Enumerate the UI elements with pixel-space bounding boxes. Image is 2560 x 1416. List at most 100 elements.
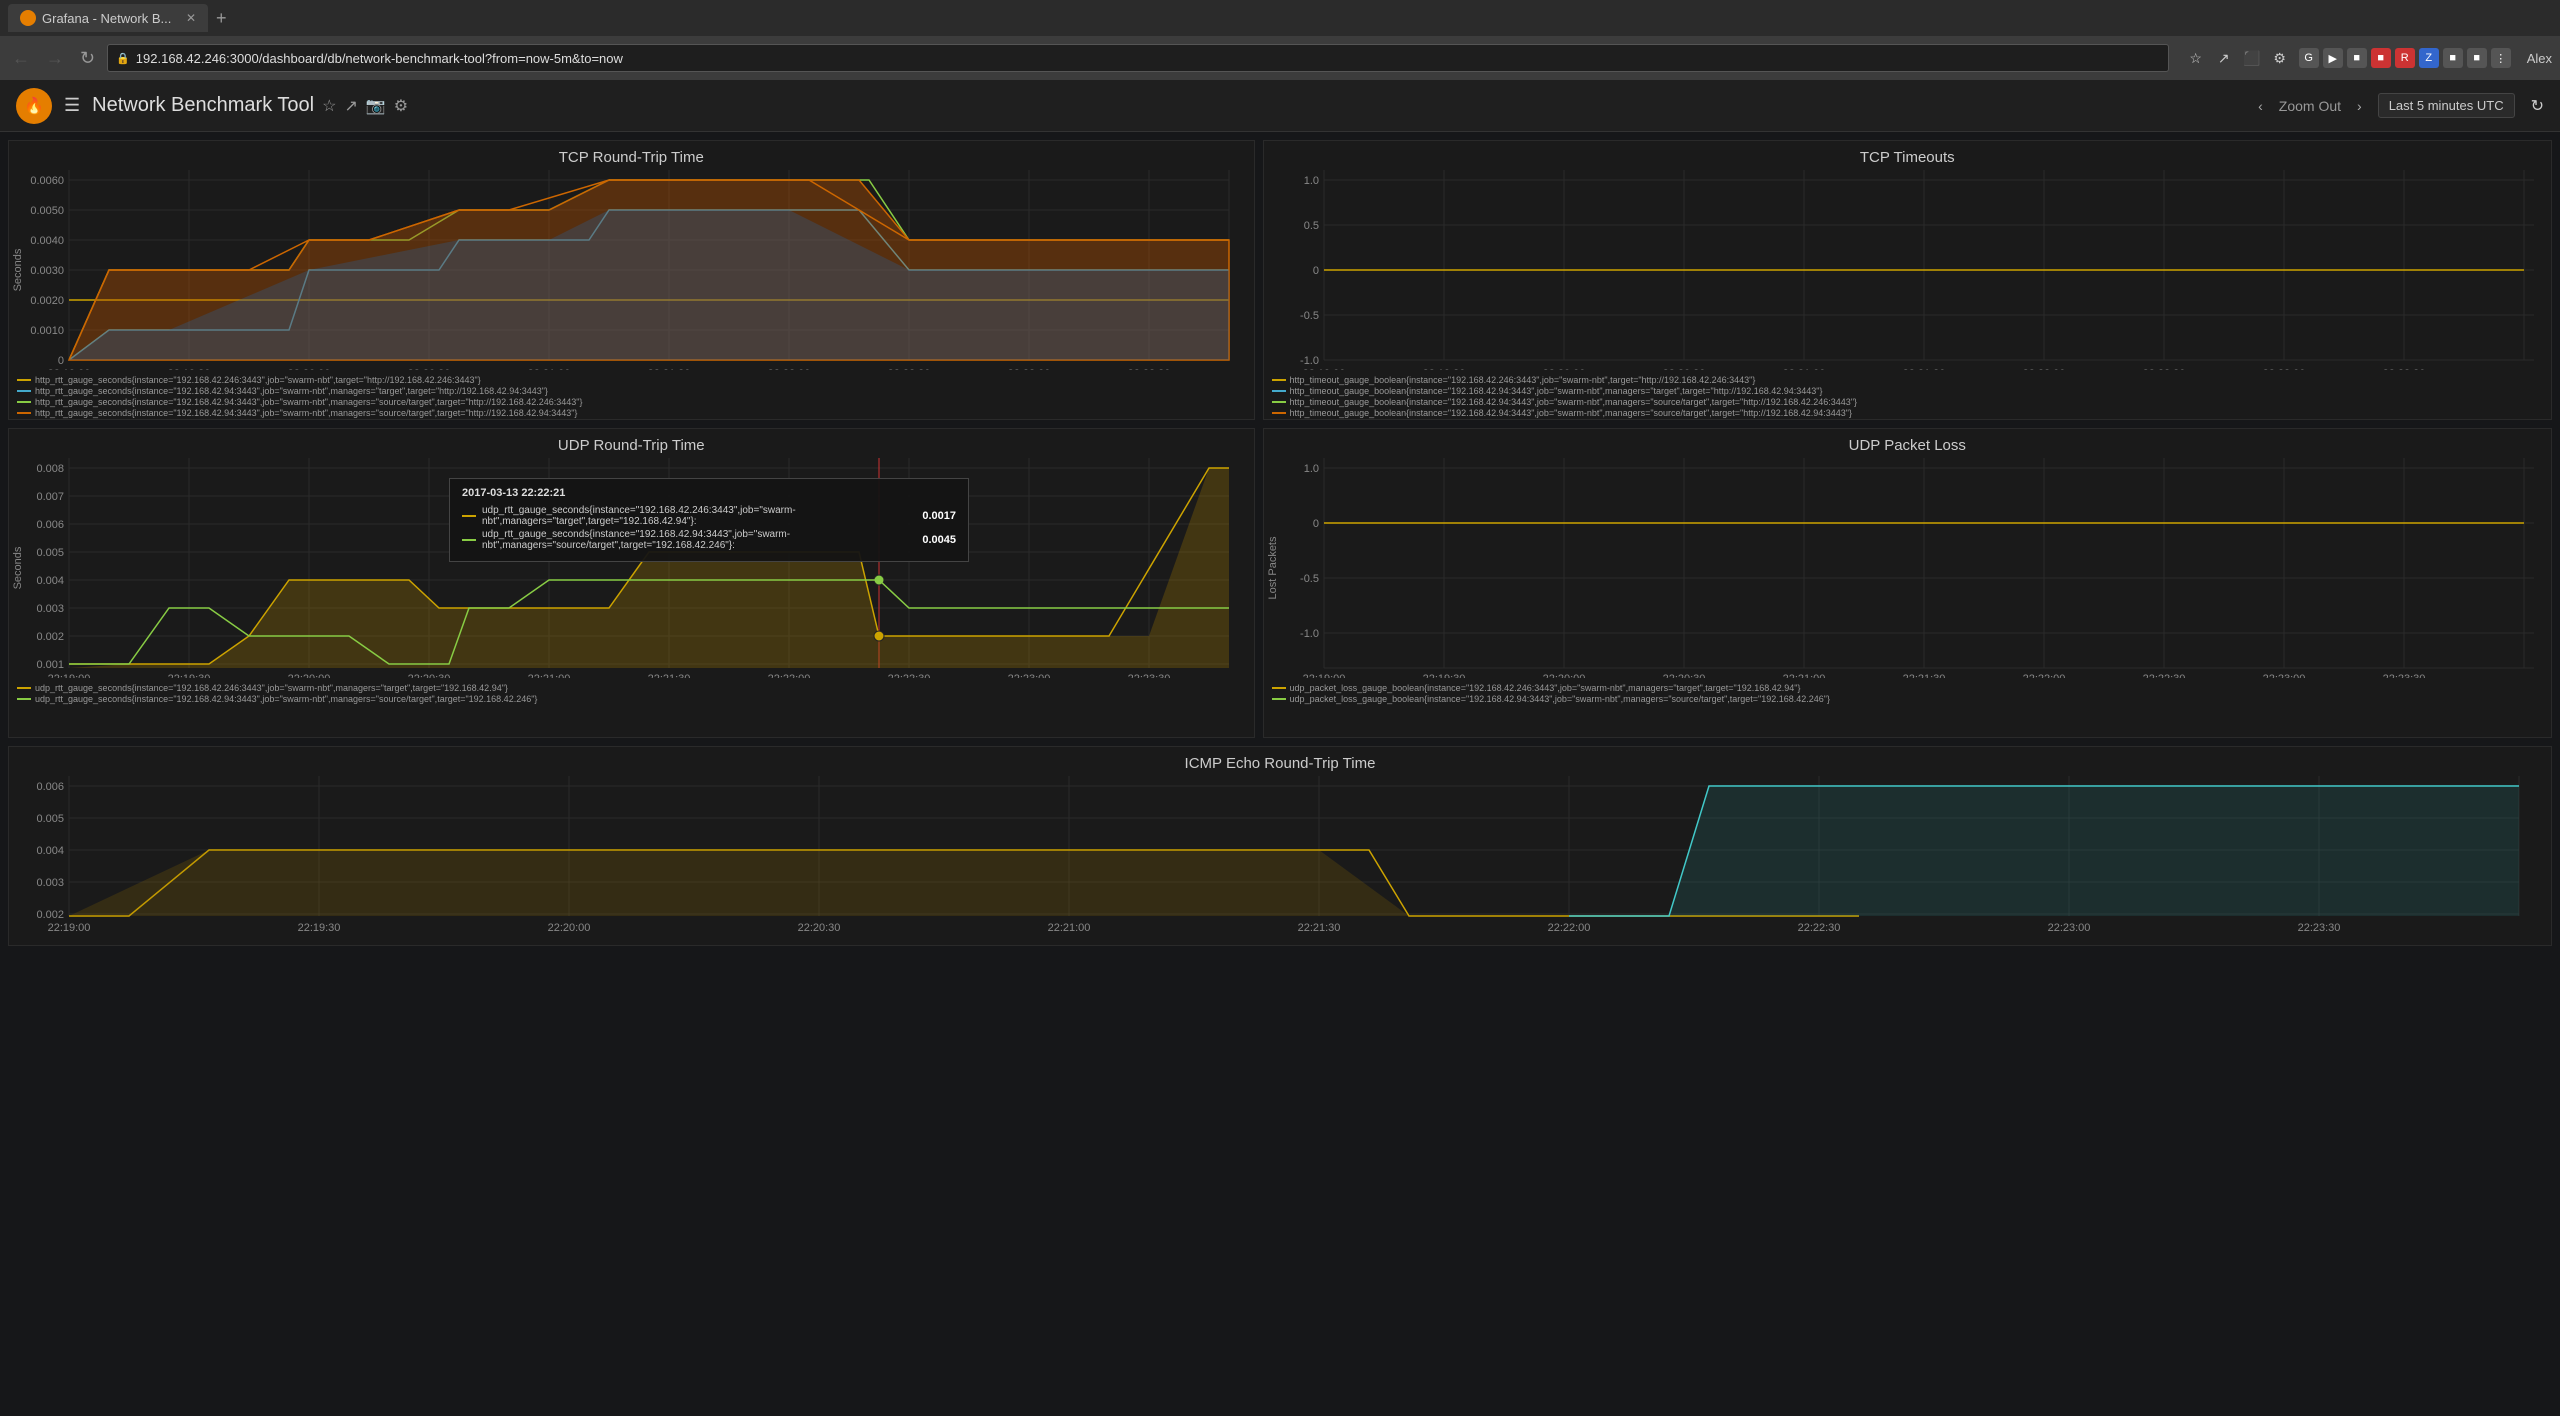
- svg-text:0.002: 0.002: [36, 909, 64, 921]
- udp-rtt-legend-color-1: [17, 687, 31, 689]
- browser-chrome: Grafana - Network B... ✕ + ← → ↻ 🔒 192.1…: [0, 0, 2560, 80]
- ext-icon-7[interactable]: ■: [2443, 48, 2463, 68]
- svg-text:0.004: 0.004: [36, 575, 64, 587]
- settings-icon[interactable]: ⚙: [2269, 47, 2291, 69]
- tab-close-button[interactable]: ✕: [186, 11, 196, 25]
- svg-text:22:20:00: 22:20:00: [548, 922, 591, 934]
- tcp-timeouts-panel: TCP Timeouts: [1263, 140, 2552, 420]
- ext-icon-8[interactable]: ■: [2467, 48, 2487, 68]
- svg-text:22:21:00: 22:21:00: [528, 368, 571, 370]
- icmp-rtt-panel: ICMP Echo Round-Trip Time: [8, 746, 2552, 946]
- svg-text:Seconds: Seconds: [12, 248, 24, 291]
- reload-button[interactable]: ↻: [76, 44, 99, 73]
- dashboard-settings-button[interactable]: ⚙: [394, 96, 408, 116]
- svg-text:22:23:00: 22:23:00: [2262, 368, 2305, 370]
- svg-text:22:19:00: 22:19:00: [1302, 673, 1345, 678]
- svg-text:22:23:30: 22:23:30: [2382, 673, 2425, 678]
- udp-loss-legend-item-2: udp_packet_loss_gauge_boolean{instance="…: [1272, 694, 2543, 704]
- udp-rtt-panel: UDP Round-Trip Time: [8, 428, 1255, 738]
- tcp-rtt-chart: 0.0060 0.0050 0.0040 0.0030 0.0020 0.001…: [9, 170, 1254, 370]
- udp-rtt-legend-label-2: udp_rtt_gauge_seconds{instance="192.168.…: [35, 694, 537, 704]
- udp-rtt-title: UDP Round-Trip Time: [9, 429, 1254, 458]
- svg-text:22:20:30: 22:20:30: [1662, 673, 1705, 678]
- refresh-button[interactable]: ↻: [2531, 96, 2544, 116]
- svg-text:22:19:00: 22:19:00: [48, 922, 91, 934]
- zoom-out-right-button[interactable]: ›: [2357, 98, 2362, 114]
- zoom-out-label: Zoom Out: [2279, 98, 2341, 114]
- udp-packet-loss-title: UDP Packet Loss: [1264, 429, 2551, 458]
- svg-text:0.5: 0.5: [1303, 220, 1318, 232]
- back-button[interactable]: ←: [8, 44, 34, 73]
- time-utc-label: UTC: [2477, 98, 2504, 113]
- share-icon[interactable]: ↗: [2213, 47, 2235, 69]
- svg-text:22:20:30: 22:20:30: [408, 673, 451, 678]
- svg-text:0.006: 0.006: [36, 519, 64, 531]
- legend-item-1: http_rtt_gauge_seconds{instance="192.168…: [17, 375, 1246, 385]
- svg-text:22:19:30: 22:19:30: [168, 368, 211, 370]
- svg-text:22:19:30: 22:19:30: [298, 922, 341, 934]
- legend-label-2: http_rtt_gauge_seconds{instance="192.168…: [35, 386, 548, 396]
- svg-text:0.007: 0.007: [36, 491, 64, 503]
- ext-icon-5[interactable]: R: [2395, 48, 2415, 68]
- user-profile[interactable]: Alex: [2527, 51, 2552, 66]
- svg-text:22:22:00: 22:22:00: [1548, 922, 1591, 934]
- grafana-right-controls: ‹ Zoom Out › Last 5 minutes UTC ↻: [2258, 93, 2544, 118]
- ext-icon-1[interactable]: G: [2299, 48, 2319, 68]
- ext-icon-2[interactable]: ▶: [2323, 48, 2343, 68]
- tcp-to-legend-label-4: http_timeout_gauge_boolean{instance="192…: [1290, 408, 1852, 418]
- svg-text:22:19:30: 22:19:30: [1422, 368, 1465, 370]
- tcp-timeouts-chart: 1.0 0.5 0 -0.5 -1.0 22:19:00 22:19:30 22…: [1264, 170, 2551, 370]
- legend-item-3: http_rtt_gauge_seconds{instance="192.168…: [17, 397, 1246, 407]
- svg-text:22:21:00: 22:21:00: [1048, 922, 1091, 934]
- browser-tab[interactable]: Grafana - Network B... ✕: [8, 4, 208, 32]
- svg-text:22:21:30: 22:21:30: [1902, 673, 1945, 678]
- tcp-timeouts-svg: 1.0 0.5 0 -0.5 -1.0 22:19:00 22:19:30 22…: [1264, 170, 2544, 370]
- svg-text:22:20:30: 22:20:30: [1662, 368, 1705, 370]
- legend-label-4: http_rtt_gauge_seconds{instance="192.168…: [35, 408, 577, 418]
- ext-icon-9[interactable]: ⋮: [2491, 48, 2511, 68]
- svg-text:22:22:00: 22:22:00: [768, 368, 811, 370]
- tcp-to-legend-label-3: http_timeout_gauge_boolean{instance="192…: [1290, 397, 1857, 407]
- svg-text:0.001: 0.001: [36, 659, 64, 671]
- ext-icon-3[interactable]: ■: [2347, 48, 2367, 68]
- bookmark-star-icon[interactable]: ☆: [2185, 47, 2207, 69]
- tab-bar: Grafana - Network B... ✕ +: [0, 0, 2560, 36]
- tcp-timeouts-title: TCP Timeouts: [1264, 141, 2551, 170]
- svg-text:0.005: 0.005: [36, 547, 64, 559]
- tcp-rtt-svg: 0.0060 0.0050 0.0040 0.0030 0.0020 0.001…: [9, 170, 1239, 370]
- tab-title: Grafana - Network B...: [42, 11, 171, 26]
- svg-text:-1.0: -1.0: [1300, 628, 1319, 640]
- save-icon[interactable]: ⬛: [2241, 47, 2263, 69]
- ext-icon-4[interactable]: ■: [2371, 48, 2391, 68]
- svg-text:22:21:00: 22:21:00: [1782, 368, 1825, 370]
- time-range-picker[interactable]: Last 5 minutes UTC: [2378, 93, 2515, 118]
- dashboard-star-button[interactable]: ☆: [322, 96, 336, 116]
- zoom-out-left-button[interactable]: ‹: [2258, 98, 2263, 114]
- svg-text:22:22:30: 22:22:30: [888, 673, 931, 678]
- svg-text:22:21:30: 22:21:30: [1902, 368, 1945, 370]
- panel-row-3: ICMP Echo Round-Trip Time: [8, 746, 2552, 946]
- svg-text:22:22:30: 22:22:30: [2142, 368, 2185, 370]
- grafana-menu-icon[interactable]: ☰: [64, 95, 80, 116]
- tcp-to-legend-item-3: http_timeout_gauge_boolean{instance="192…: [1272, 397, 2543, 407]
- svg-text:0: 0: [1312, 265, 1318, 277]
- tcp-to-legend-item-1: http_timeout_gauge_boolean{instance="192…: [1272, 375, 2543, 385]
- svg-text:0.006: 0.006: [36, 781, 64, 793]
- address-bar[interactable]: 🔒 192.168.42.246:3000/dashboard/db/netwo…: [107, 44, 2169, 72]
- svg-text:22:22:30: 22:22:30: [888, 368, 931, 370]
- svg-text:22:22:00: 22:22:00: [2022, 368, 2065, 370]
- svg-text:22:23:00: 22:23:00: [1008, 368, 1051, 370]
- dashboard-title-container: Network Benchmark Tool ☆ ↗ 📷 ⚙: [92, 94, 408, 117]
- grafana-logo[interactable]: 🔥: [16, 88, 52, 124]
- svg-text:0.005: 0.005: [36, 813, 64, 825]
- svg-text:22:21:00: 22:21:00: [528, 673, 571, 678]
- new-tab-button[interactable]: +: [216, 8, 227, 29]
- dashboard-snapshot-button[interactable]: 📷: [366, 96, 386, 116]
- tcp-to-legend-item-4: http_timeout_gauge_boolean{instance="192…: [1272, 408, 2543, 418]
- dashboard-share-button[interactable]: ↗: [344, 96, 357, 116]
- ext-icon-6[interactable]: Z: [2419, 48, 2439, 68]
- forward-button[interactable]: →: [42, 44, 68, 73]
- extension-icons: G ▶ ■ ■ R Z ■ ■ ⋮: [2299, 48, 2511, 68]
- svg-text:0.0030: 0.0030: [30, 265, 64, 277]
- grafana-topbar: 🔥 ☰ Network Benchmark Tool ☆ ↗ 📷 ⚙ ‹ Zoo…: [0, 80, 2560, 132]
